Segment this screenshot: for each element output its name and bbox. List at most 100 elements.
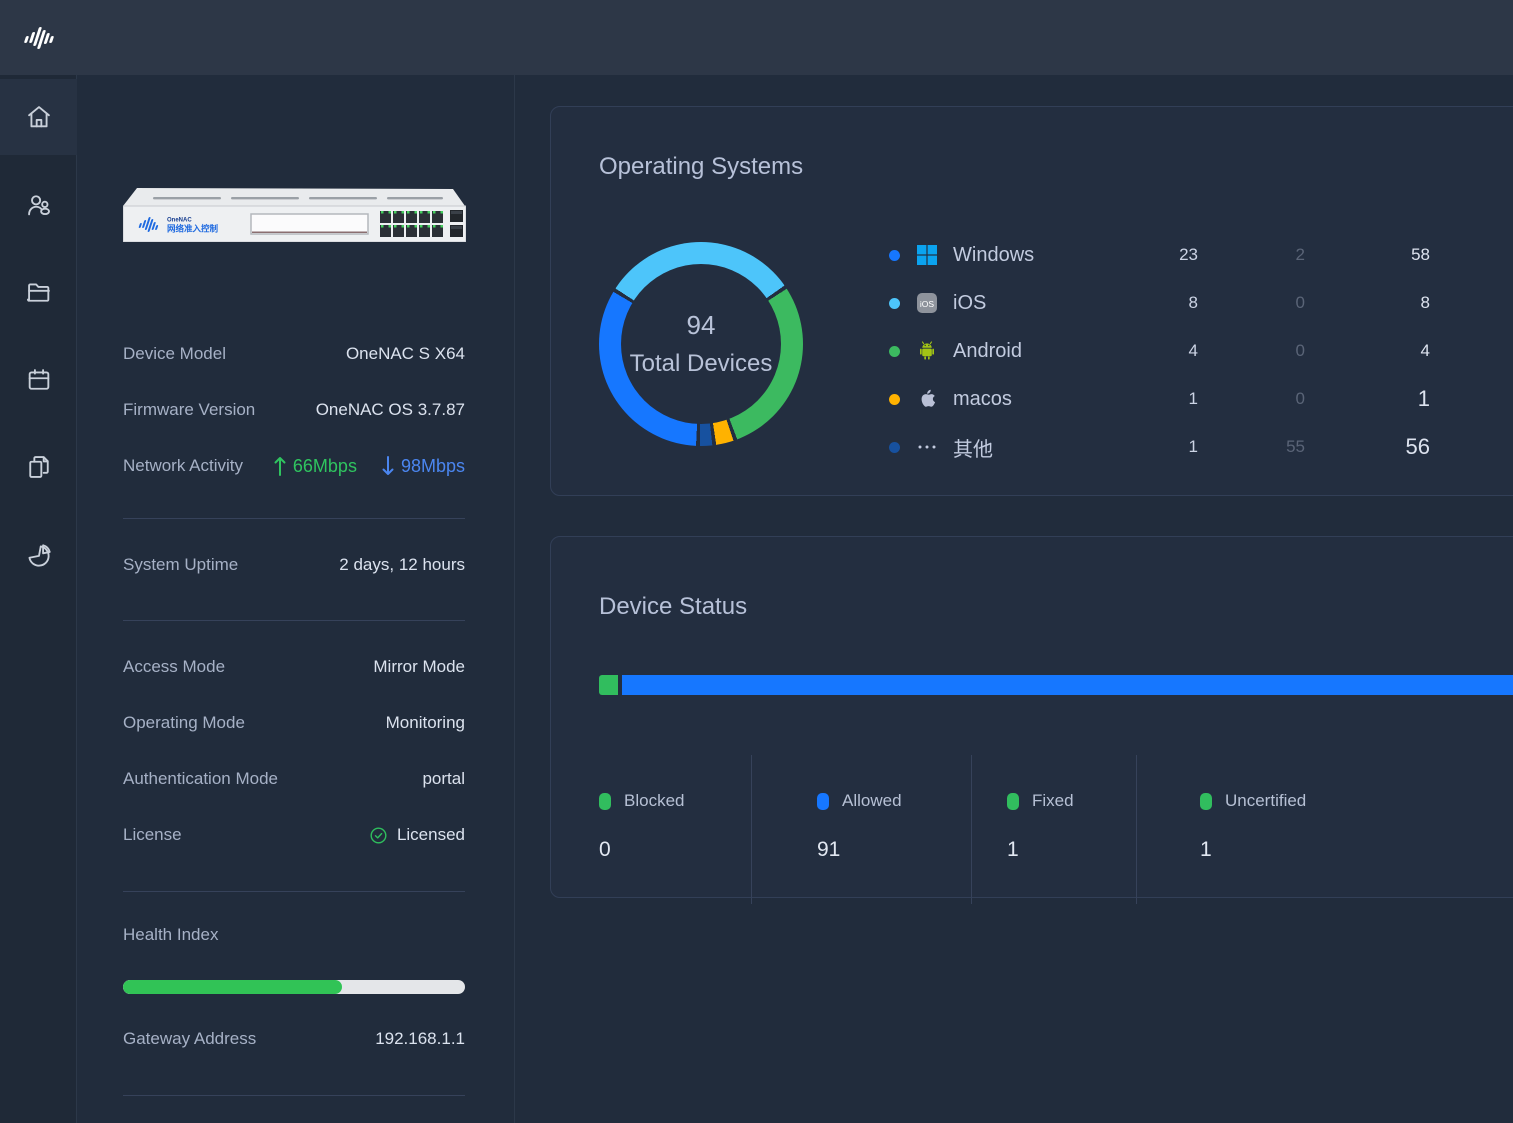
os-name: 其他 (953, 433, 1123, 462)
os-legend-row-windows[interactable]: Windows 23 2 58 (889, 231, 1430, 279)
network-activity-label: Network Activity (123, 456, 243, 476)
blocked-legend-dot (599, 793, 611, 810)
allowed-value: 91 (817, 838, 971, 862)
os-count-1: 1 (1123, 389, 1198, 409)
status-col-uncertified: Uncertified 1 (1136, 755, 1513, 904)
fixed-legend-dot (1007, 793, 1019, 810)
os-count-2: 0 (1198, 293, 1305, 313)
gateway-address-value: 192.168.1.1 (375, 1029, 465, 1049)
download-arrow-icon (381, 455, 395, 477)
os-legend-row-android[interactable]: Android 4 0 4 (889, 327, 1430, 375)
sidebar-item-schedule[interactable] (0, 342, 77, 418)
macos-legend-dot (889, 394, 900, 405)
access-mode-label: Access Mode (123, 657, 225, 677)
health-index-bar (123, 980, 465, 994)
os-name: Windows (953, 244, 1123, 267)
access-mode-row: Access Mode Mirror Mode (123, 655, 465, 679)
onenac-logo-icon (18, 21, 60, 55)
device-model-label: Device Model (123, 344, 226, 364)
uncertified-label: Uncertified (1225, 791, 1306, 811)
appliance-image: OneNAC 网络准入控制 (123, 184, 466, 242)
license-label: License (123, 825, 182, 845)
os-count-1: 8 (1123, 293, 1198, 313)
gateway-address-label: Gateway Address (123, 1029, 256, 1049)
apple-icon (915, 387, 939, 411)
ellipsis-icon (915, 435, 939, 459)
health-progress-fill (123, 980, 342, 994)
os-count-total: 56 (1305, 434, 1430, 460)
sidebar-item-reports[interactable] (0, 518, 77, 594)
access-mode-value: Mirror Mode (373, 657, 465, 677)
system-uptime-row: System Uptime 2 days, 12 hours (123, 553, 465, 577)
other-legend-dot (889, 442, 900, 453)
ios-icon: iOS (915, 291, 939, 315)
sidebar-item-documents[interactable] (0, 429, 77, 505)
sidebar-item-folders[interactable] (0, 254, 77, 330)
os-count-total: 58 (1305, 245, 1430, 265)
fixed-value: 1 (1007, 838, 1136, 862)
allowed-legend-dot (817, 793, 829, 810)
download-speed: 98Mbps (401, 456, 465, 477)
upload-arrow-icon (273, 455, 287, 477)
firmware-version-value: OneNAC OS 3.7.87 (316, 400, 465, 420)
top-bar (0, 0, 1513, 75)
os-count-2: 2 (1198, 245, 1305, 265)
sidebar (0, 75, 77, 1123)
device-model-row: Device Model OneNAC S X64 (123, 342, 465, 366)
divider (123, 891, 465, 892)
os-donut-chart: 94 Total Devices (599, 242, 803, 446)
ios-legend-dot (889, 298, 900, 309)
donut-total-label: Total Devices (630, 350, 773, 378)
users-icon (25, 191, 53, 219)
folder-icon (25, 278, 53, 306)
operating-mode-value: Monitoring (386, 713, 465, 733)
blocked-value: 0 (599, 838, 751, 862)
device-info-panel: OneNAC 网络准入控制 (77, 75, 515, 1123)
app-logo[interactable] (0, 0, 77, 75)
windows-legend-dot (889, 250, 900, 261)
authentication-mode-label: Authentication Mode (123, 769, 278, 789)
check-circle-icon (370, 827, 387, 844)
fixed-label: Fixed (1032, 791, 1074, 811)
network-activity-row: Network Activity 66Mbps 98Mbps (123, 454, 465, 478)
os-legend-row-ios[interactable]: iOS iOS 8 0 8 (889, 279, 1430, 327)
operating-systems-card: Operating Systems 94 Total Devices Windo… (550, 106, 1513, 496)
os-count-2: 55 (1198, 437, 1305, 457)
status-bar-segment (599, 675, 618, 695)
device-status-title: Device Status (599, 593, 747, 621)
divider (123, 620, 465, 621)
os-count-total: 8 (1305, 293, 1430, 313)
os-name: macos (953, 388, 1123, 411)
device-status-legend: Blocked 0 Allowed 91 Fixed 1 Uncertified… (599, 755, 1513, 904)
svg-text:网络准入控制: 网络准入控制 (167, 224, 219, 234)
pie-chart-icon (25, 542, 53, 570)
allowed-label: Allowed (842, 791, 902, 811)
home-icon (25, 103, 53, 131)
divider (123, 1095, 465, 1096)
system-uptime-value: 2 days, 12 hours (339, 555, 465, 575)
uncertified-legend-dot (1200, 793, 1212, 810)
device-status-card: Device Status Blocked 0 Allowed 91 Fixed… (550, 536, 1513, 898)
os-legend: Windows 23 2 58 iOS iOS 8 0 8 (889, 231, 1430, 471)
operating-systems-title: Operating Systems (599, 153, 803, 181)
operating-mode-label: Operating Mode (123, 713, 245, 733)
sidebar-item-home[interactable] (0, 79, 77, 155)
android-legend-dot (889, 346, 900, 357)
os-count-total: 4 (1305, 341, 1430, 361)
device-status-bar (599, 675, 1513, 695)
upload-speed: 66Mbps (293, 456, 357, 477)
os-legend-row-macos[interactable]: macos 1 0 1 (889, 375, 1430, 423)
windows-icon (915, 243, 939, 267)
os-count-1: 4 (1123, 341, 1198, 361)
authentication-mode-value: portal (422, 769, 465, 789)
status-col-blocked: Blocked 0 (599, 755, 751, 904)
android-icon (915, 339, 939, 363)
os-legend-row-other[interactable]: 其他 1 55 56 (889, 423, 1430, 471)
operating-mode-row: Operating Mode Monitoring (123, 711, 465, 735)
calendar-icon (25, 366, 53, 394)
status-col-fixed: Fixed 1 (971, 755, 1136, 904)
sidebar-item-users[interactable] (0, 167, 77, 243)
firmware-version-row: Firmware Version OneNAC OS 3.7.87 (123, 398, 465, 422)
os-count-2: 0 (1198, 389, 1305, 409)
donut-total-value: 94 (687, 310, 716, 341)
